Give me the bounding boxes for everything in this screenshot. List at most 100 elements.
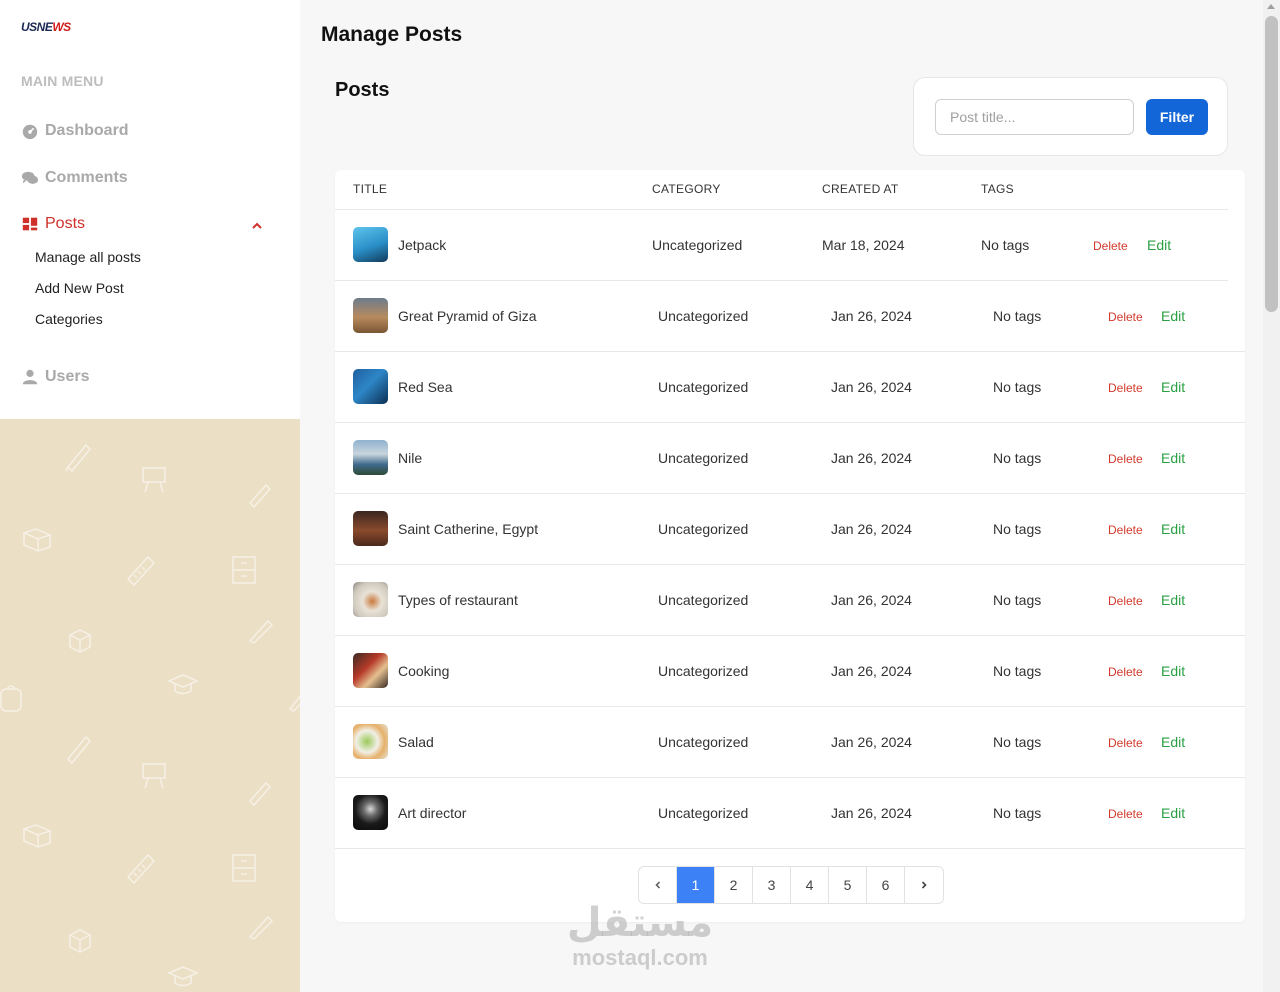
post-thumbnail: [353, 440, 388, 475]
previous-page-button[interactable]: [639, 867, 677, 903]
post-thumbnail: [353, 582, 388, 617]
delete-button[interactable]: Delete: [1108, 452, 1143, 466]
delete-button[interactable]: Delete: [1108, 594, 1143, 608]
page-button-4[interactable]: 4: [791, 867, 829, 903]
delete-button[interactable]: Delete: [1108, 523, 1143, 537]
column-header-created-at: CREATED AT: [822, 182, 899, 196]
page-button-5[interactable]: 5: [829, 867, 867, 903]
post-title[interactable]: Red Sea: [398, 379, 452, 395]
posts-table: TITLE CATEGORY CREATED AT TAGS Jetpack U…: [335, 170, 1245, 922]
delete-button[interactable]: Delete: [1108, 665, 1143, 679]
post-created-at: Jan 26, 2024: [831, 663, 912, 679]
post-title[interactable]: Great Pyramid of Giza: [398, 308, 537, 324]
post-title[interactable]: Jetpack: [398, 237, 446, 253]
pen-icon: [248, 781, 272, 807]
post-thumbnail: [353, 653, 388, 688]
delete-button[interactable]: Delete: [1108, 381, 1143, 395]
post-category: Uncategorized: [658, 805, 749, 821]
edit-button[interactable]: Edit: [1161, 592, 1185, 608]
post-title[interactable]: Art director: [398, 805, 466, 821]
page-button-3[interactable]: 3: [753, 867, 791, 903]
edit-button[interactable]: Edit: [1161, 734, 1185, 750]
table-row: Types of restaurant Uncategorized Jan 26…: [335, 565, 1245, 636]
pencil-icon: [65, 443, 92, 473]
comments-icon: [21, 171, 39, 184]
post-category: Uncategorized: [658, 450, 749, 466]
easel-icon: [142, 763, 166, 789]
sidebar-subitem-manage-posts[interactable]: Manage all posts: [35, 249, 141, 265]
edit-button[interactable]: Edit: [1161, 308, 1185, 324]
edit-button[interactable]: Edit: [1161, 805, 1185, 821]
logo[interactable]: USNEWS: [21, 20, 71, 34]
table-row: Great Pyramid of Giza Uncategorized Jan …: [335, 281, 1245, 352]
post-tags: No tags: [993, 592, 1042, 608]
delete-button[interactable]: Delete: [1108, 807, 1143, 821]
table-header: TITLE CATEGORY CREATED AT TAGS: [335, 170, 1228, 210]
post-title[interactable]: Saint Catherine, Egypt: [398, 521, 538, 537]
easel-icon: [142, 467, 166, 493]
delete-button[interactable]: Delete: [1108, 736, 1143, 750]
table-row: Red Sea Uncategorized Jan 26, 2024 No ta…: [335, 352, 1245, 423]
sidebar-item-dashboard[interactable]: Dashboard: [21, 122, 129, 140]
scroll-up-arrow-icon[interactable]: [1267, 4, 1275, 9]
filter-panel: Filter: [913, 77, 1228, 156]
sidebar: USNEWS MAIN MENU Dashboard Comments Post…: [0, 0, 300, 992]
post-category: Uncategorized: [658, 521, 749, 537]
dashboard-icon: [22, 124, 38, 140]
chevron-up-icon[interactable]: [249, 218, 265, 234]
pencil-icon: [66, 735, 92, 765]
next-page-button[interactable]: [905, 867, 943, 903]
edit-button[interactable]: Edit: [1161, 379, 1185, 395]
pencil-icon: [248, 619, 274, 644]
post-created-at: Jan 26, 2024: [831, 450, 912, 466]
delete-button[interactable]: Delete: [1108, 310, 1143, 324]
box-icon: [69, 629, 91, 653]
sidebar-item-label: Users: [45, 368, 90, 385]
post-title[interactable]: Cooking: [398, 663, 449, 679]
post-tags: No tags: [993, 521, 1042, 537]
decorative-pattern: [0, 419, 300, 992]
post-title[interactable]: Types of restaurant: [398, 592, 518, 608]
post-thumbnail: [353, 369, 388, 404]
sidebar-item-posts[interactable]: Posts: [21, 215, 85, 233]
post-thumbnail: [353, 298, 388, 333]
logo-text-part1: USNE: [21, 20, 53, 34]
page-title: Manage Posts: [321, 23, 463, 46]
post-title[interactable]: Nile: [398, 450, 422, 466]
post-category: Uncategorized: [658, 592, 749, 608]
filter-button[interactable]: Filter: [1146, 99, 1208, 135]
post-title-search-input[interactable]: [935, 99, 1134, 135]
post-tags: No tags: [993, 379, 1042, 395]
page-button-2[interactable]: 2: [715, 867, 753, 903]
sidebar-item-users[interactable]: Users: [21, 368, 89, 386]
sidebar-subitem-add-post[interactable]: Add New Post: [35, 280, 124, 296]
sidebar-subitem-categories[interactable]: Categories: [35, 311, 103, 327]
page-scrollbar[interactable]: [1263, 0, 1280, 992]
sidebar-item-label: Dashboard: [45, 122, 129, 139]
watermark-latin: mostaql.com: [572, 945, 708, 970]
edit-button[interactable]: Edit: [1161, 521, 1185, 537]
post-category: Uncategorized: [658, 734, 749, 750]
edit-button[interactable]: Edit: [1147, 237, 1171, 253]
edit-button[interactable]: Edit: [1161, 663, 1185, 679]
sidebar-item-comments[interactable]: Comments: [21, 169, 128, 187]
post-title[interactable]: Salad: [398, 734, 434, 750]
post-tags: No tags: [993, 805, 1042, 821]
page-button-6[interactable]: 6: [867, 867, 905, 903]
table-row: Nile Uncategorized Jan 26, 2024 No tags …: [335, 423, 1245, 494]
column-header-tags: TAGS: [981, 182, 1014, 196]
menu-heading: MAIN MENU: [21, 73, 104, 89]
scrollbar-thumb[interactable]: [1265, 16, 1278, 312]
post-category: Uncategorized: [658, 308, 749, 324]
post-thumbnail: [353, 227, 388, 262]
user-icon: [22, 369, 38, 385]
pen-icon: [248, 483, 272, 509]
delete-button[interactable]: Delete: [1093, 239, 1128, 253]
edit-button[interactable]: Edit: [1161, 450, 1185, 466]
chevron-left-icon: [654, 881, 660, 889]
sidebar-menu: USNEWS MAIN MENU Dashboard Comments Post…: [0, 0, 300, 419]
sidebar-item-label: Posts: [45, 215, 86, 232]
page-button-1[interactable]: 1: [677, 867, 715, 903]
post-created-at: Jan 26, 2024: [831, 308, 912, 324]
table-row: Jetpack Uncategorized Mar 18, 2024 No ta…: [335, 210, 1228, 281]
